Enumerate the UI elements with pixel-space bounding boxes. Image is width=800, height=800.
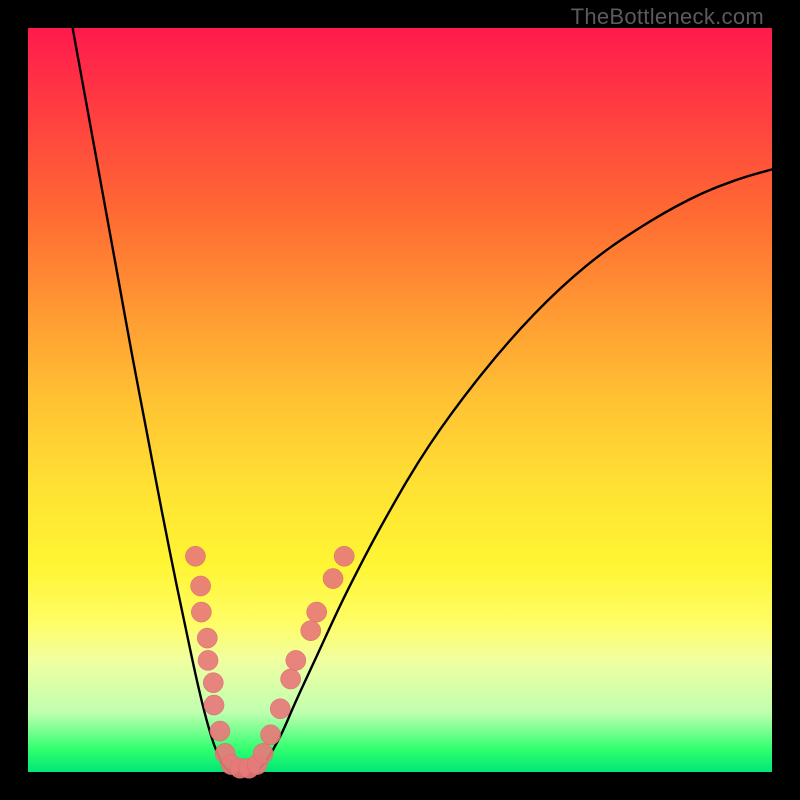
chart-frame: TheBottleneck.com	[0, 0, 800, 800]
plot-area	[28, 28, 772, 772]
watermark-text: TheBottleneck.com	[571, 4, 764, 30]
